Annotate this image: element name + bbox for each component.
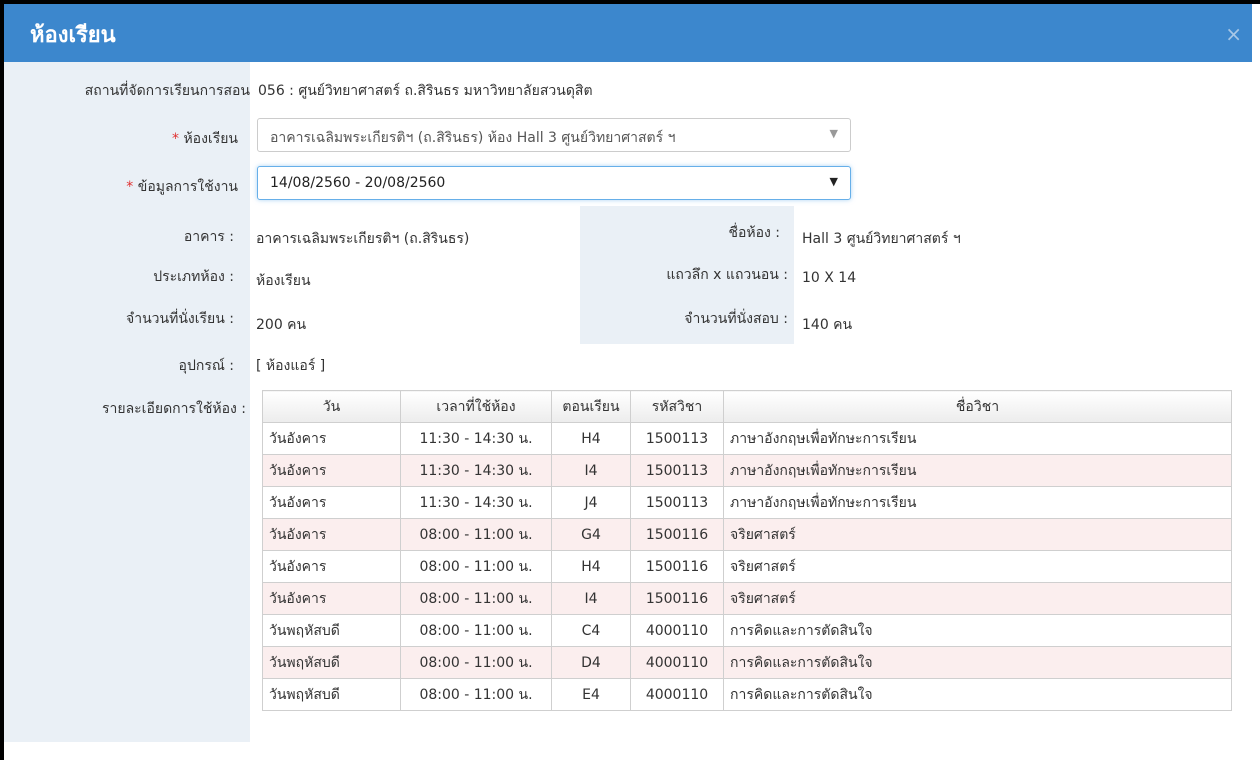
table-row: วันพฤหัสบดี 08:00 - 11:00 น. C4 4000110 … — [262, 614, 1232, 647]
table-row: วันอังคาร 11:30 - 14:30 น. H4 1500113 ภา… — [262, 422, 1232, 455]
cell-section: D4 — [551, 646, 631, 679]
cell-day: วันพฤหัสบดี — [262, 678, 401, 711]
table-row: วันอังคาร 11:30 - 14:30 น. I4 1500113 ภา… — [262, 454, 1232, 487]
cell-time: 08:00 - 11:00 น. — [400, 518, 552, 551]
cell-code: 1500116 — [630, 518, 724, 551]
cell-code: 1500113 — [630, 486, 724, 519]
cell-code: 1500116 — [630, 582, 724, 615]
cell-time: 11:30 - 14:30 น. — [400, 486, 552, 519]
top-border — [0, 0, 1260, 4]
equipment-value: [ ห้องแอร์ ] — [256, 358, 326, 374]
venue-value: 056 : ศูนย์วิทยาศาสตร์ ถ.สิรินธร มหาวิทย… — [258, 83, 593, 99]
cell-section: I4 — [551, 582, 631, 615]
cell-course: ภาษาอังกฤษเพื่อทักษะการเรียน — [723, 454, 1232, 487]
usage-label-text: ข้อมูลการใช้งาน — [137, 179, 238, 195]
required-mark: * — [171, 131, 179, 147]
cell-course: จริยศาสตร์ — [723, 518, 1232, 551]
cell-code: 4000110 — [630, 646, 724, 679]
room-type-value: ห้องเรียน — [256, 273, 311, 289]
cell-course: การคิดและการตัดสินใจ — [723, 678, 1232, 711]
room-name-label: ชื่อห้อง : — [728, 225, 780, 241]
usage-select[interactable]: 14/08/2560 - 20/08/2560 ▼ — [257, 166, 851, 200]
cell-course: จริยศาสตร์ — [723, 550, 1232, 583]
left-border — [0, 0, 4, 760]
col-course-header: ชื่อวิชา — [723, 390, 1232, 423]
exam-seats-value: 140 คน — [802, 317, 853, 333]
cell-section: C4 — [551, 614, 631, 647]
cell-course: จริยศาสตร์ — [723, 582, 1232, 615]
cell-time: 08:00 - 11:00 น. — [400, 678, 552, 711]
cell-code: 1500116 — [630, 550, 724, 583]
table-row: วันพฤหัสบดี 08:00 - 11:00 น. D4 4000110 … — [262, 646, 1232, 679]
cell-time: 08:00 - 11:00 น. — [400, 550, 552, 583]
cell-time: 08:00 - 11:00 น. — [400, 582, 552, 615]
usage-select-value: 14/08/2560 - 20/08/2560 — [270, 175, 446, 191]
exam-seats-label: จำนวนที่นั่งสอบ : — [684, 311, 788, 327]
seats-label: จำนวนที่นั่งเรียน : — [126, 311, 234, 327]
cell-day: วันอังคาร — [262, 518, 401, 551]
col-code-header: รหัสวิชา — [630, 390, 724, 423]
table-row: วันพฤหัสบดี 08:00 - 11:00 น. E4 4000110 … — [262, 678, 1232, 711]
room-select[interactable]: อาคารเฉลิมพระเกียรติฯ (ถ.สิรินธร) ห้อง H… — [257, 118, 851, 152]
building-value: อาคารเฉลิมพระเกียรติฯ (ถ.สิรินธร) — [256, 231, 470, 247]
cell-code: 4000110 — [630, 678, 724, 711]
building-label: อาคาร : — [183, 229, 234, 245]
table-row: วันอังคาร 08:00 - 11:00 น. I4 1500116 จร… — [262, 582, 1232, 615]
col-day-header: วัน — [262, 390, 401, 423]
modal-title: ห้องเรียน — [30, 23, 116, 48]
cell-section: G4 — [551, 518, 631, 551]
equipment-label: อุปกรณ์ : — [178, 358, 234, 374]
details-label: รายละเอียดการใช้ห้อง : — [101, 401, 246, 417]
seats-value: 200 คน — [256, 317, 307, 333]
grid-value: 10 X 14 — [802, 270, 857, 286]
modal-window: ห้องเรียน × สถานที่จัดการเรียนการสอน 056… — [0, 0, 1260, 760]
venue-label: สถานที่จัดการเรียนการสอน — [84, 83, 250, 99]
cell-section: H4 — [551, 422, 631, 455]
cell-course: ภาษาอังกฤษเพื่อทักษะการเรียน — [723, 422, 1232, 455]
table-row: วันอังคาร 08:00 - 11:00 น. G4 1500116 จร… — [262, 518, 1232, 551]
cell-day: วันอังคาร — [262, 550, 401, 583]
room-name-value: Hall 3 ศูนย์วิทยาศาสตร์ ฯ — [802, 231, 961, 247]
room-label: * ห้องเรียน — [172, 128, 238, 150]
grid-label: แถวลึก x แถวนอน : — [666, 267, 788, 283]
cell-section: E4 — [551, 678, 631, 711]
modal-header: ห้องเรียน × — [4, 4, 1252, 62]
cell-course: การคิดและการตัดสินใจ — [723, 614, 1232, 647]
cell-section: H4 — [551, 550, 631, 583]
table-row: วันอังคาร 08:00 - 11:00 น. H4 1500116 จร… — [262, 550, 1232, 583]
cell-day: วันพฤหัสบดี — [262, 646, 401, 679]
cell-code: 1500113 — [630, 454, 724, 487]
close-icon[interactable]: × — [1225, 22, 1242, 46]
col-time-header: เวลาที่ใช้ห้อง — [400, 390, 552, 423]
usage-label: * ข้อมูลการใช้งาน — [126, 176, 238, 198]
cell-course: การคิดและการตัดสินใจ — [723, 646, 1232, 679]
cell-section: I4 — [551, 454, 631, 487]
room-type-label: ประเภทห้อง : — [153, 269, 234, 285]
cell-code: 4000110 — [630, 614, 724, 647]
cell-day: วันอังคาร — [262, 422, 401, 455]
room-label-text: ห้องเรียน — [183, 131, 238, 147]
cell-time: 11:30 - 14:30 น. — [400, 454, 552, 487]
room-select-value: อาคารเฉลิมพระเกียรติฯ (ถ.สิรินธร) ห้อง H… — [270, 130, 676, 146]
cell-time: 11:30 - 14:30 น. — [400, 422, 552, 455]
table-header-row: วัน เวลาที่ใช้ห้อง ตอนเรียน รหัสวิชา ชื่… — [262, 390, 1232, 423]
cell-day: วันพฤหัสบดี — [262, 614, 401, 647]
required-mark: * — [126, 179, 134, 195]
usage-table: วัน เวลาที่ใช้ห้อง ตอนเรียน รหัสวิชา ชื่… — [262, 390, 1232, 711]
cell-day: วันอังคาร — [262, 486, 401, 519]
cell-day: วันอังคาร — [262, 454, 401, 487]
cell-time: 08:00 - 11:00 น. — [400, 614, 552, 647]
chevron-down-icon: ▼ — [829, 127, 838, 140]
cell-code: 1500113 — [630, 422, 724, 455]
cell-time: 08:00 - 11:00 น. — [400, 646, 552, 679]
chevron-down-icon: ▼ — [829, 175, 838, 188]
cell-course: ภาษาอังกฤษเพื่อทักษะการเรียน — [723, 486, 1232, 519]
cell-section: J4 — [551, 486, 631, 519]
cell-day: วันอังคาร — [262, 582, 401, 615]
col-section-header: ตอนเรียน — [551, 390, 631, 423]
table-row: วันอังคาร 11:30 - 14:30 น. J4 1500113 ภา… — [262, 486, 1232, 519]
